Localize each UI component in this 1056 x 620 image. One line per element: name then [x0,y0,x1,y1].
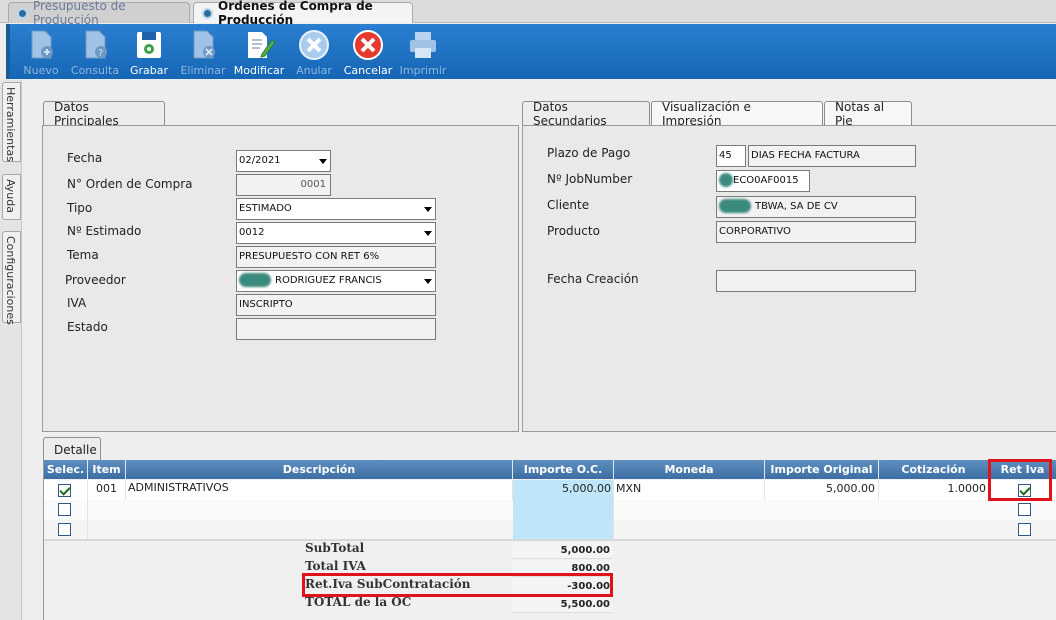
orden-compra-field[interactable]: 0001 [236,174,331,196]
tab-detalle[interactable]: Detalle [43,437,101,462]
tab-datos-secundarios[interactable]: Datos Secundarios [522,100,650,128]
total-oc-label: TOTAL de la OC [305,595,412,609]
subtotal-label: SubTotal [305,541,365,555]
table-row[interactable] [44,500,1056,520]
consulta-button[interactable]: ? Consulta [68,28,122,78]
tab-notas-al-pie[interactable]: Notas al Pie [824,100,912,128]
tab-ordenes-compra-produccion[interactable]: Ordenes de Compra de Producción [193,0,413,27]
tab-datos-principales[interactable]: Datos Principales [43,100,165,128]
select-checkbox[interactable] [58,484,71,497]
ret-iva-total-highlight [302,573,613,597]
tab-label: Presupuesto de Producción [33,0,126,27]
estado-label: Estado [67,320,108,334]
select-checkbox[interactable] [58,523,71,536]
subtotal-value: 5,000.00 [512,542,612,559]
fecha-creacion-label: Fecha Creación [547,272,639,286]
iva-label: IVA [67,296,87,310]
ret-iva-checkbox[interactable] [1018,503,1031,516]
nuevo-button[interactable]: Nuevo [14,28,68,78]
item-cell: 001 [88,480,126,500]
anular-button[interactable]: Anular [287,28,341,78]
estado-field[interactable] [236,318,436,340]
side-tab-strip: Herramientas Ayuda Configuraciones [0,80,22,620]
proveedor-label: Proveedor [65,273,126,287]
descripcion-cell: ADMINISTRATIVOS [126,480,513,500]
moneda-cell: MXN [614,480,765,500]
document-tab-icon [202,8,213,19]
fecha-select[interactable]: 02/2021 [236,150,331,172]
importe-original-cell: 5,000.00 [765,480,879,500]
chevron-down-icon [319,159,327,164]
redacted-mark [719,173,733,187]
new-document-icon [31,30,53,59]
select-checkbox[interactable] [58,503,71,516]
ret-iva-checkbox[interactable] [1018,523,1031,536]
tipo-label: Tipo [67,201,93,215]
plazo-desc-field[interactable]: DIAS FECHA FACTURA [748,145,916,167]
col-importe[interactable]: Importe O.C. [513,460,614,479]
total-oc-value: 5,500.00 [512,596,612,613]
importe-cell[interactable] [513,500,614,520]
cotizacion-cell: 1.0000 [879,480,989,500]
importe-cell[interactable]: 5,000.00 [513,480,614,500]
fecha-creacion-field[interactable] [716,270,916,292]
tipo-select[interactable]: ESTIMADO [236,198,436,220]
job-number-label: Nº JobNumber [547,172,633,186]
side-tab-configuraciones[interactable]: Configuraciones [2,231,21,325]
tab-presupuesto-produccion[interactable]: Presupuesto de Producción [8,0,190,27]
imprimir-button[interactable]: Imprimir [396,28,450,78]
chevron-down-icon [424,207,432,212]
col-item[interactable]: Item [88,460,126,479]
col-selec[interactable]: Selec. [44,460,88,479]
iva-field[interactable]: INSCRIPTO [236,294,436,316]
void-x-icon [299,30,329,60]
importe-cell[interactable] [513,520,614,540]
orden-compra-label: N° Orden de Compra [67,177,193,191]
col-cotizacion[interactable]: Cotización [879,460,989,479]
table-row[interactable]: 001 ADMINISTRATIVOS 5,000.00 MXN 5,000.0… [44,480,1056,500]
redacted-mark [719,199,751,213]
producto-label: Producto [547,224,600,238]
fecha-label: Fecha [67,151,103,165]
total-iva-label: Total IVA [305,559,366,573]
document-tab-icon [17,8,28,19]
estimado-select[interactable]: 0012 [236,222,436,244]
chevron-down-icon [424,231,432,236]
table-row[interactable] [44,520,1056,540]
query-document-icon: ? [85,30,107,59]
cliente-label: Cliente [547,198,590,212]
delete-document-icon [193,30,215,59]
tema-field[interactable]: PRESUPUESTO CON RET 6% [236,246,436,268]
tema-label: Tema [67,248,99,262]
side-tab-ayuda[interactable]: Ayuda [2,174,21,220]
printer-icon [410,32,436,58]
estimado-label: Nº Estimado [67,224,142,238]
redacted-mark [239,273,271,287]
chevron-down-icon [424,279,432,284]
cliente-field[interactable]: TBWA, SA DE CV [716,196,916,218]
tab-label: Ordenes de Compra de Producción [218,0,373,27]
producto-field[interactable]: CORPORATIVO [716,221,916,243]
grabar-button[interactable]: Grabar [122,28,176,78]
window-tab-strip: Presupuesto de Producción Ordenes de Com… [0,0,1056,27]
save-disk-icon [137,32,161,58]
svg-text:?: ? [98,48,103,59]
col-descripcion[interactable]: Descripción [126,460,513,479]
plazo-pago-label: Plazo de Pago [547,146,631,160]
edit-pencil-icon [248,32,276,58]
side-tab-herramientas[interactable]: Herramientas [2,82,21,162]
plazo-days-field[interactable]: 45 [716,145,746,167]
proveedor-select[interactable]: RODRIGUEZ FRANCIS [236,270,436,292]
eliminar-button[interactable]: Eliminar [176,28,230,78]
col-importe-original[interactable]: Importe Original [765,460,879,479]
cancel-x-icon [353,30,383,60]
modificar-button[interactable]: Modificar [232,28,286,78]
job-number-field[interactable]: ECO0AF0015 [716,170,810,192]
tab-visualizacion-impresion[interactable]: Visualización e Impresión [651,100,823,128]
cancelar-button[interactable]: Cancelar [341,28,395,78]
toolbar: Nuevo ? Consulta Grabar Eliminar Modific… [6,24,1056,79]
col-moneda[interactable]: Moneda [614,460,765,479]
ret-iva-column-highlight [988,459,1052,501]
grid-divider [44,539,1056,541]
